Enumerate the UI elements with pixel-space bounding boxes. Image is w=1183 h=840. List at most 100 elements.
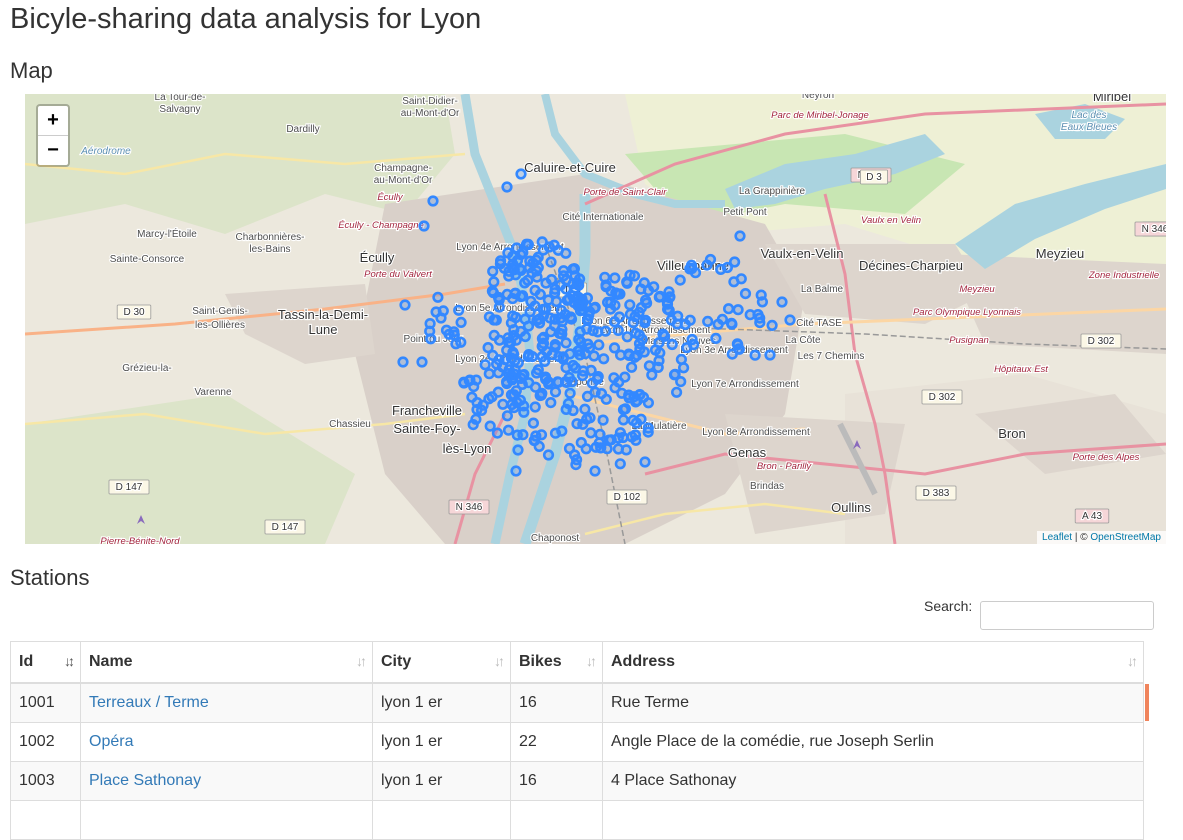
station-marker[interactable] (448, 329, 460, 341)
leaflet-link[interactable]: Leaflet (1042, 532, 1072, 543)
station-marker[interactable] (493, 334, 506, 346)
station-marker[interactable] (646, 369, 658, 381)
station-marker[interactable] (766, 319, 778, 331)
station-marker[interactable] (453, 304, 465, 316)
station-link[interactable]: Terreaux / Terme (89, 694, 209, 711)
station-marker[interactable] (545, 397, 557, 409)
station-marker[interactable] (522, 320, 535, 332)
station-marker[interactable] (509, 368, 521, 380)
station-marker[interactable] (529, 284, 541, 296)
station-marker[interactable] (686, 333, 698, 346)
station-marker[interactable] (603, 434, 615, 446)
station-marker[interactable] (535, 389, 547, 401)
station-marker[interactable] (576, 370, 589, 382)
column-header-name[interactable]: Name ↓↑ (80, 641, 373, 684)
station-marker[interactable] (630, 417, 643, 429)
station-marker[interactable] (666, 338, 678, 351)
station-marker[interactable] (545, 256, 557, 268)
station-marker[interactable] (580, 299, 592, 312)
station-marker[interactable] (527, 417, 540, 429)
station-marker[interactable] (784, 314, 796, 326)
station-marker[interactable] (579, 403, 591, 415)
station-marker[interactable] (581, 390, 594, 403)
station-marker[interactable] (530, 430, 542, 442)
station-marker[interactable] (728, 256, 741, 268)
station-marker[interactable] (679, 318, 691, 330)
station-marker[interactable] (522, 238, 534, 250)
station-marker[interactable] (432, 291, 444, 303)
station-marker[interactable] (553, 351, 565, 363)
station-marker[interactable] (524, 306, 536, 318)
station-marker[interactable] (487, 265, 499, 277)
station-marker[interactable] (424, 325, 436, 337)
station-marker[interactable] (609, 382, 621, 394)
station-marker[interactable] (533, 313, 545, 325)
station-marker[interactable] (608, 342, 621, 354)
station-marker[interactable] (582, 338, 594, 350)
station-marker[interactable] (537, 337, 550, 349)
station-marker[interactable] (549, 313, 561, 325)
station-marker[interactable] (491, 427, 504, 439)
station-marker[interactable] (704, 253, 717, 266)
station-marker[interactable] (568, 449, 581, 461)
station-marker[interactable] (557, 270, 570, 282)
station-marker[interactable] (510, 311, 522, 324)
station-marker[interactable] (549, 341, 561, 353)
station-marker[interactable] (684, 263, 696, 275)
station-marker[interactable] (597, 414, 609, 426)
station-marker[interactable] (614, 427, 627, 439)
station-marker[interactable] (639, 317, 651, 329)
station-marker[interactable] (501, 410, 514, 422)
station-marker[interactable] (505, 389, 518, 401)
station-marker[interactable] (418, 220, 430, 232)
station-marker[interactable] (624, 308, 637, 320)
station-marker[interactable] (672, 310, 684, 322)
station-marker[interactable] (593, 339, 605, 351)
station-marker[interactable] (621, 276, 633, 288)
station-marker[interactable] (670, 386, 683, 398)
station-marker[interactable] (569, 270, 581, 282)
station-marker[interactable] (555, 304, 567, 317)
station-marker[interactable] (716, 313, 729, 325)
station-marker[interactable] (548, 239, 560, 251)
station-marker[interactable] (510, 465, 522, 477)
station-marker[interactable] (633, 338, 646, 350)
station-link[interactable]: Place Sathonay (89, 772, 201, 789)
station-marker[interactable] (556, 425, 568, 437)
station-marker[interactable] (702, 315, 714, 327)
station-marker[interactable] (499, 354, 511, 366)
station-marker[interactable] (507, 293, 519, 305)
station-marker[interactable] (483, 368, 495, 380)
station-marker[interactable] (493, 301, 505, 313)
station-link[interactable]: Opéra (89, 733, 133, 750)
station-marker[interactable] (732, 304, 744, 316)
station-marker[interactable] (537, 244, 549, 256)
station-marker[interactable] (486, 285, 499, 297)
station-marker[interactable] (522, 351, 534, 363)
station-marker[interactable] (658, 330, 671, 342)
station-marker[interactable] (484, 420, 496, 432)
station-marker[interactable] (598, 353, 610, 365)
station-marker[interactable] (542, 449, 555, 461)
station-marker[interactable] (519, 330, 531, 343)
station-marker[interactable] (517, 290, 529, 302)
openstreetmap-link[interactable]: OpenStreetMap (1090, 532, 1161, 543)
station-marker[interactable] (519, 277, 531, 289)
station-marker[interactable] (599, 271, 611, 283)
station-marker[interactable] (427, 195, 439, 207)
station-marker[interactable] (577, 418, 589, 430)
station-marker[interactable] (545, 274, 558, 286)
station-marker[interactable] (625, 361, 638, 373)
station-marker[interactable] (642, 397, 655, 409)
station-marker[interactable] (564, 387, 576, 399)
station-marker[interactable] (564, 348, 576, 360)
station-marker[interactable] (654, 290, 666, 302)
station-marker[interactable] (490, 314, 502, 326)
zoom-out-button[interactable]: − (38, 136, 68, 165)
station-marker[interactable] (477, 399, 489, 411)
station-marker[interactable] (749, 349, 761, 361)
station-marker[interactable] (764, 349, 776, 361)
station-marker[interactable] (397, 356, 409, 368)
station-marker[interactable] (734, 230, 746, 242)
station-marker[interactable] (573, 344, 586, 356)
